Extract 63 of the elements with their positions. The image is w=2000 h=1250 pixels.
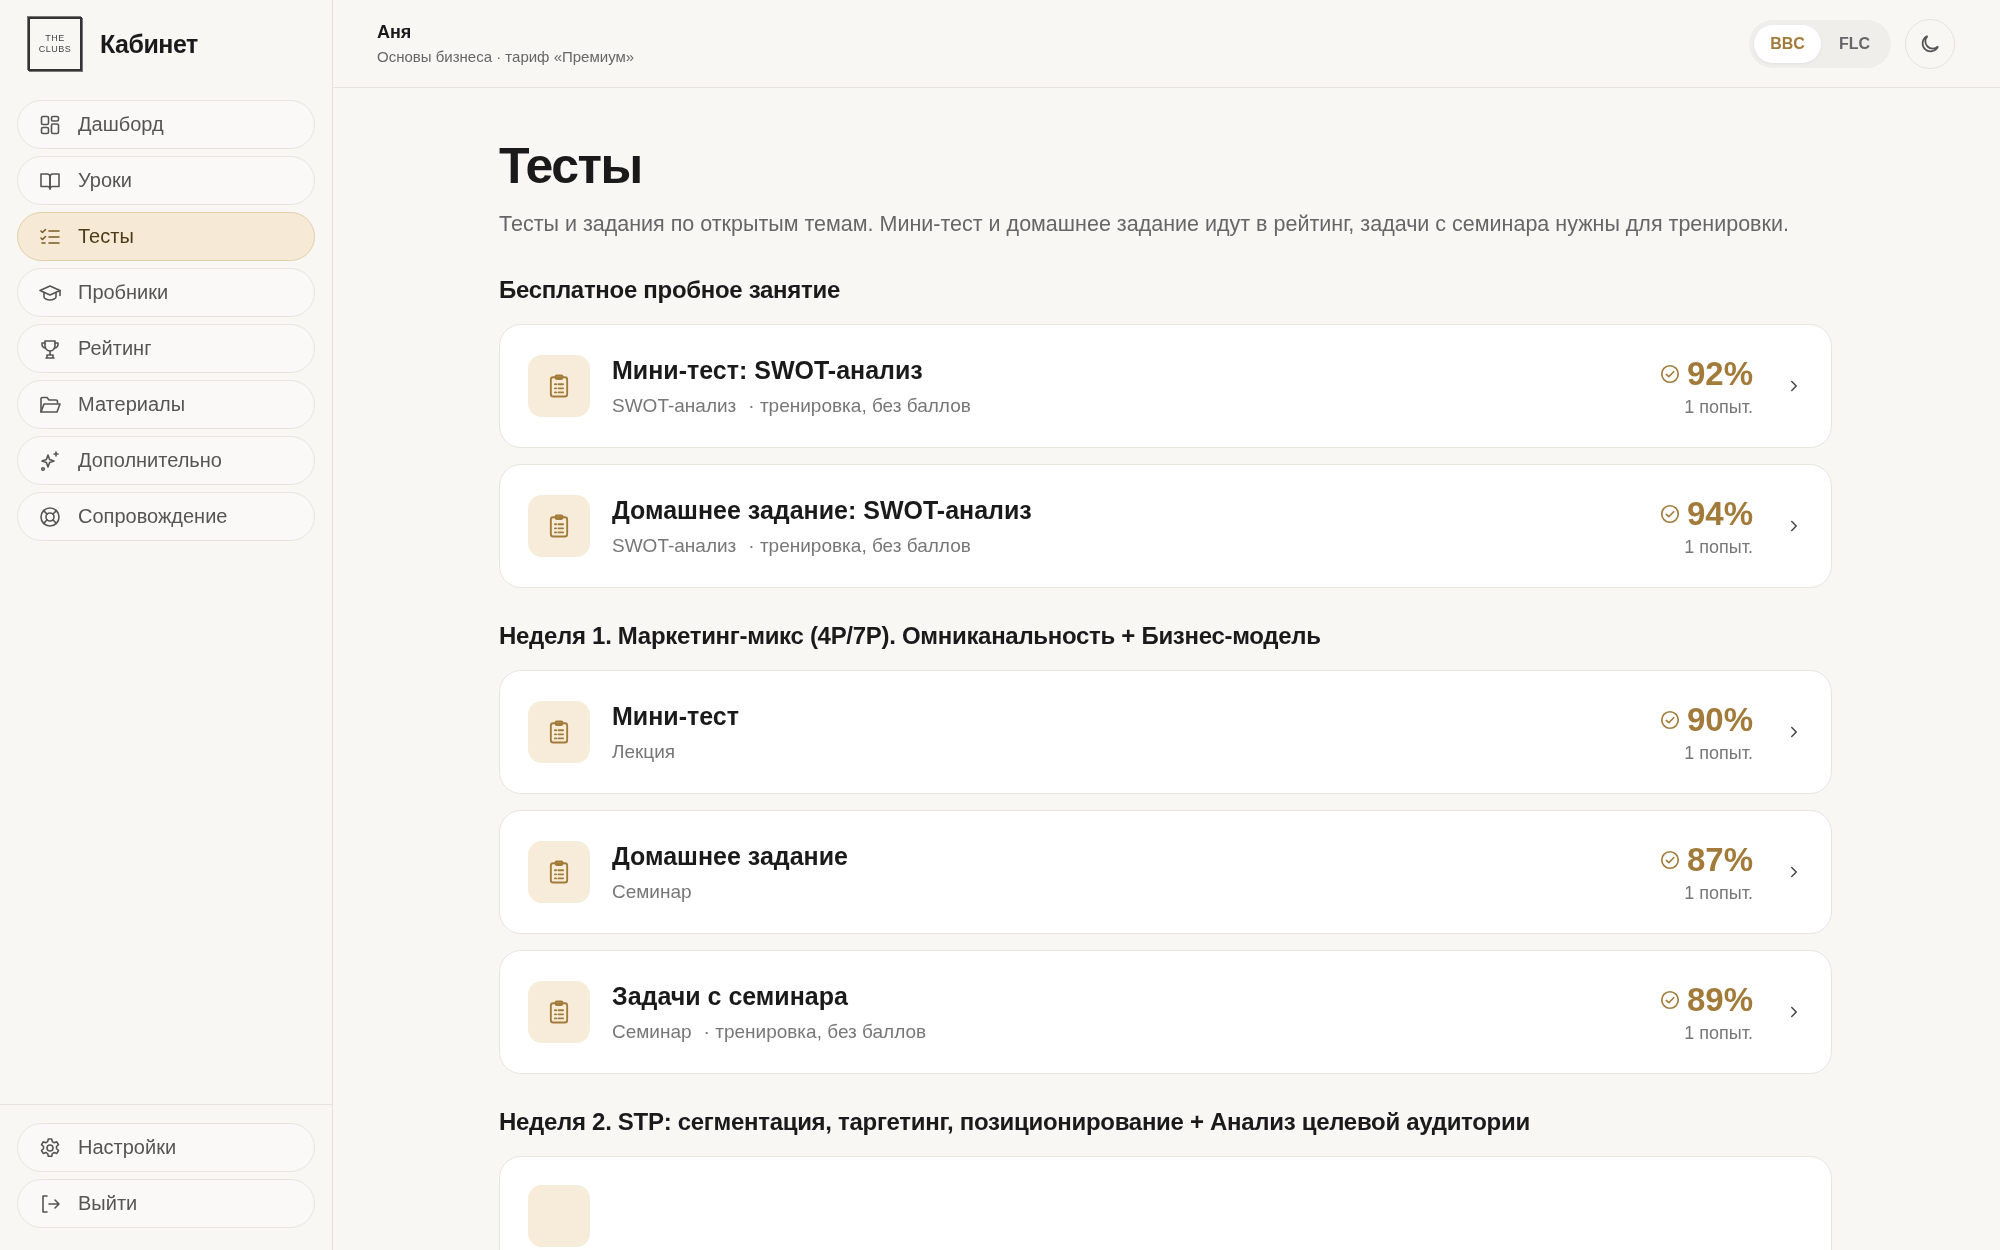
check-circle-icon [1658,502,1681,525]
check-circle-icon [1658,708,1681,731]
check-circle-icon [1658,988,1681,1011]
test-topic: Семинар [612,880,692,903]
test-card[interactable]: Домашнее задание Семинар 87% 1 попыт. [499,810,1832,934]
test-title: Домашнее задание: SWOT-анализ [612,495,1033,525]
test-note: · тренировка, без баллов [703,1020,927,1043]
test-title: Задачи с семинара [612,981,849,1011]
test-note: · тренировка, без баллов [748,534,971,557]
test-title: Мини-тест [612,701,740,731]
page-description: Тесты и задания по открытым темам. Мини-тест и домашнее задание идут в рейтинг, задачи с семинара нужны для тренировки. [499,211,1790,238]
clipboard-icon [528,701,590,763]
test-card[interactable]: Домашнее задание: SWOT-анализ SWOT-анализ · тренировка, без баллов 94% 1 попыт. [499,464,1832,588]
nav-item[interactable]: Сопровождение [17,492,315,541]
test-card[interactable]: Мини-тест Лекция 90% 1 попыт. [499,670,1832,794]
clipboard-icon [528,841,590,903]
test-score: 87% [1686,840,1753,879]
nav-item[interactable]: Дополнительно [17,436,315,485]
check-circle-icon [1658,362,1681,385]
nav-item[interactable]: Выйти [17,1179,315,1228]
test-card[interactable]: Задачи с семинара Семинар · тренировка, без баллов 89% 1 попыт. [499,950,1832,1074]
user-name: Аня [377,22,413,43]
language-option[interactable]: BBC [1754,24,1821,63]
settings-icon [38,1135,62,1160]
page-title: Тесты [499,137,643,196]
attempt-count: 1 попыт. [1684,742,1753,764]
section-heading: Неделя 2. STP: сегментация, таргетинг, позиционирование + Анализ целевой аудитории [499,1108,1531,1136]
test-note: · тренировка, без баллов [748,394,971,417]
section-heading: Бесплатное пробное занятие [499,276,841,304]
sparkle-icon [38,448,62,473]
section-heading: Неделя 1. Маркетинг-микс (4P/7P). Омниканальность + Бизнес-модель [499,622,1322,650]
check-circle-icon [1658,848,1681,871]
attempt-count: 1 попыт. [1684,536,1753,558]
lifebuoy-icon [38,504,62,529]
test-score: 94% [1686,494,1753,533]
test-score: 90% [1686,700,1753,739]
clipboard-icon [528,355,590,417]
app-title: Кабинет [100,29,198,59]
test-title: Мини-тест: SWOT-анализ [612,355,924,385]
nav-item[interactable]: Настройки [17,1123,315,1172]
test-topic: Лекция [612,740,676,763]
nav-item[interactable]: Материалы [17,380,315,429]
attempt-count: 1 попыт. [1684,882,1753,904]
attempt-count: 1 попыт. [1684,1022,1753,1044]
test-topic: Семинар [612,1020,692,1043]
nav-item[interactable]: Дашборд [17,100,315,149]
test-topic: SWOT-анализ [612,534,737,557]
course-subtitle: Основы бизнеса · тариф «Премиум» [377,48,635,65]
attempt-count: 1 попыт. [1684,396,1753,418]
test-score: 92% [1686,354,1753,393]
nav-item[interactable]: Тесты [17,212,315,261]
test-title: Домашнее задание [612,841,849,871]
test-score: 89% [1686,980,1753,1019]
test-card[interactable]: Мини-тест: SWOT-анализ SWOT-анализ · тренировка, без баллов 92% 1 попыт. [499,324,1832,448]
nav-item[interactable]: Пробники [17,268,315,317]
clipboard-icon [528,495,590,557]
theme-button[interactable] [1905,18,1955,69]
logo: THE CLUBS [28,17,82,71]
clipboard-icon [528,981,590,1043]
language-option[interactable]: FLC [1822,24,1886,63]
nav-item[interactable]: Рейтинг [17,324,315,373]
test-topic: SWOT-анализ [612,394,737,417]
nav-item[interactable]: Уроки [17,156,315,205]
